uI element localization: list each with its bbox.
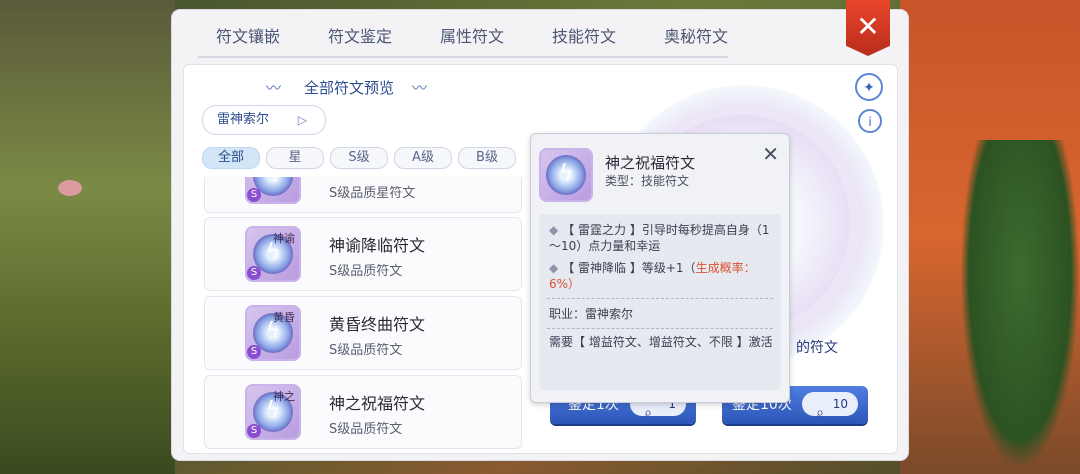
background-rock [58, 180, 82, 196]
filter-b[interactable]: B级 [458, 147, 516, 169]
rune-name: 神之祝福符文 [329, 394, 426, 413]
tab-rune-identify[interactable]: 符文鉴定 [310, 20, 410, 56]
background-tree [960, 140, 1080, 470]
rune-name: 黄昏终曲符文 [329, 315, 426, 334]
filter-a[interactable]: A级 [394, 147, 452, 169]
filter-all[interactable]: 全部 [202, 147, 260, 169]
magic-wand-icon: ✦ [863, 80, 875, 96]
tooltip-rune-icon [539, 148, 593, 202]
magic-wand-button[interactable]: ✦ [855, 73, 883, 101]
filter-s[interactable]: S级 [330, 147, 388, 169]
tooltip-body: ◆ 【 雷霆之力 】引导时每秒提高自身（1～10）点力量和幸运 ◆ 【 雷神降临 】… [539, 214, 781, 390]
rune-grade: S级品质星符文 [329, 186, 416, 201]
character-select-value: 雷神索尔 [217, 112, 270, 127]
info-button[interactable]: i [858, 109, 882, 133]
rune-grade: S级品质符文 [329, 422, 403, 437]
rune-grade: S级品质符文 [329, 264, 403, 279]
rune-icon: 黄昏S [245, 305, 301, 361]
tooltip-divider [547, 328, 773, 329]
tooltip-effect-2: ◆ 【 雷神降临 】等级+1（生成概率：6%） [549, 261, 756, 291]
rune-list-item[interactable]: S S级品质星符文 [204, 177, 522, 213]
tooltip-divider [547, 298, 773, 299]
rune-icon: 神之S [245, 384, 301, 440]
character-select[interactable]: 雷神索尔 ▷ [202, 105, 326, 135]
tooltip-rune-name: 神之祝福符文 [605, 154, 696, 172]
info-icon: i [868, 115, 872, 129]
rune-list-item[interactable]: 神谕S 神谕降临符文 S级品质符文 [204, 217, 522, 291]
play-arrow-icon: ▷ [297, 113, 307, 127]
right-hint-text: 的符文 [796, 340, 838, 356]
rune-name: 神谕降临符文 [329, 236, 426, 255]
rune-list-item[interactable]: 神之S 神之祝福符文 S级品质符文 [204, 375, 522, 449]
tooltip-close-icon[interactable]: ✕ [762, 142, 779, 166]
tab-arcane-rune[interactable]: 奥秘符文 [646, 20, 746, 56]
rune-list[interactable]: S S级品质星符文 神谕S 神谕降临符文 S级品质符文 黄昏S 黄昏终曲符文 S… [196, 177, 524, 453]
background-scenery-left [0, 0, 175, 474]
tooltip-requirement: 需要【 增益符文、增益符文、不限 】激活 [549, 335, 773, 349]
magnifier-icon: ⌕ [816, 405, 824, 421]
tab-rune-inlay[interactable]: 符文镶嵌 [198, 20, 298, 56]
rune-list-item[interactable]: 黄昏S 黄昏终曲符文 S级品质符文 [204, 296, 522, 370]
tooltip-rune-type: 类型：技能符文 [605, 174, 690, 188]
tooltip-effect-1: ◆ 【 雷霆之力 】引导时每秒提高自身（1～10）点力量和幸运 [549, 223, 770, 253]
rune-grade: S级品质符文 [329, 343, 403, 358]
rune-icon: 神谕S [245, 226, 301, 282]
tab-skill-rune[interactable]: 技能符文 [534, 20, 634, 56]
rune-tooltip: 神之祝福符文 类型：技能符文 ✕ ◆【 雷霆之力 】引导时每秒提高自身（1～10… [530, 133, 790, 403]
close-button[interactable]: ✕ [846, 0, 890, 56]
tab-attribute-rune[interactable]: 属性符文 [422, 20, 522, 56]
filter-star[interactable]: 星 [266, 147, 324, 169]
identify-ten-count: 10 [802, 392, 858, 416]
rune-icon: S [245, 177, 301, 204]
close-icon: ✕ [856, 10, 880, 43]
tab-bar: 符文镶嵌 符文鉴定 属性符文 技能符文 奥秘符文 [198, 20, 728, 58]
title-deco-right: 〰 [412, 79, 428, 97]
tooltip-job: 职业：雷神索尔 [549, 307, 634, 321]
